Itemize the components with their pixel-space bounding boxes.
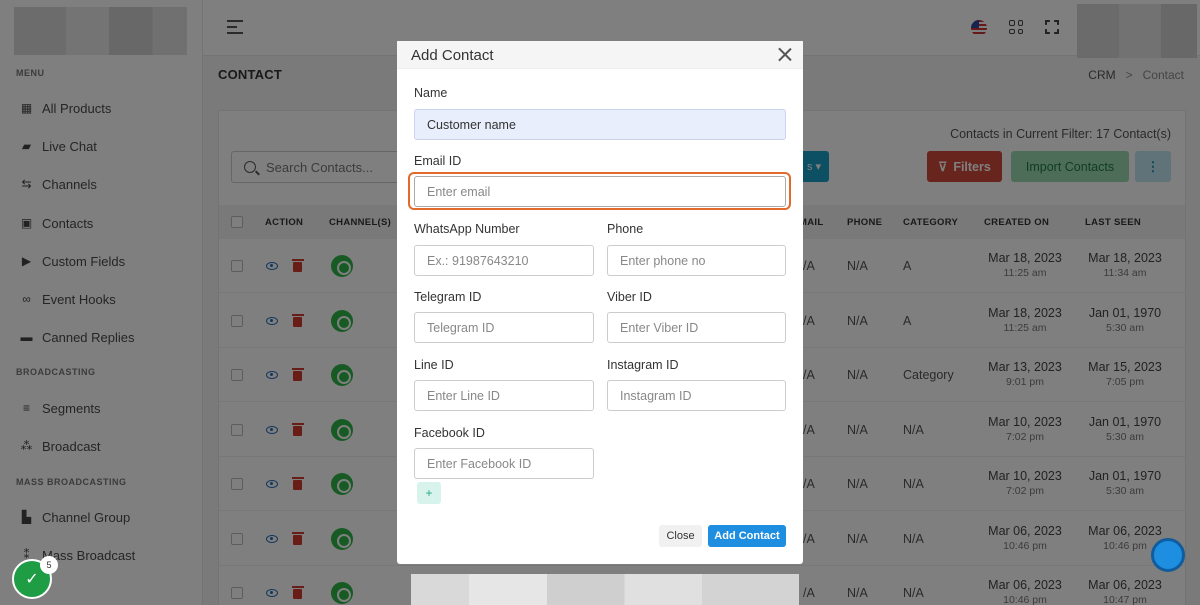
close-button[interactable]: Close (659, 525, 702, 547)
phone-field[interactable]: Enter phone no (607, 245, 786, 276)
viber-label: Viber ID (607, 290, 652, 304)
chat-support-icon[interactable] (1151, 538, 1185, 572)
close-icon[interactable] (778, 47, 792, 61)
email-label: Email ID (414, 154, 462, 168)
name-label: Name (414, 86, 448, 100)
name-field[interactable]: Customer name (414, 109, 786, 140)
whatsapp-label: WhatsApp Number (414, 222, 520, 236)
email-field[interactable]: Enter email (414, 176, 786, 207)
modal-title: Add Contact (411, 47, 494, 64)
viber-field[interactable]: Enter Viber ID (607, 312, 786, 343)
modal-header: Add Contact (397, 41, 803, 69)
add-field-button[interactable]: + (417, 482, 441, 504)
instagram-label: Instagram ID (607, 358, 679, 372)
telegram-label: Telegram ID (414, 290, 482, 304)
line-label: Line ID (414, 358, 454, 372)
phone-label: Phone (607, 222, 644, 236)
line-field[interactable]: Enter Line ID (414, 380, 594, 411)
telegram-field[interactable]: Telegram ID (414, 312, 594, 343)
notification-badge: 5 (40, 556, 58, 574)
whatsapp-field[interactable]: Ex.: 91987643210 (414, 245, 594, 276)
add-contact-modal: Add Contact Name Customer name Email ID … (397, 41, 803, 564)
facebook-label: Facebook ID (414, 426, 485, 440)
facebook-field[interactable]: Enter Facebook ID (414, 448, 594, 479)
blurred-content (411, 574, 799, 605)
add-contact-button[interactable]: Add Contact (708, 525, 786, 547)
instagram-field[interactable]: Instagram ID (607, 380, 786, 411)
